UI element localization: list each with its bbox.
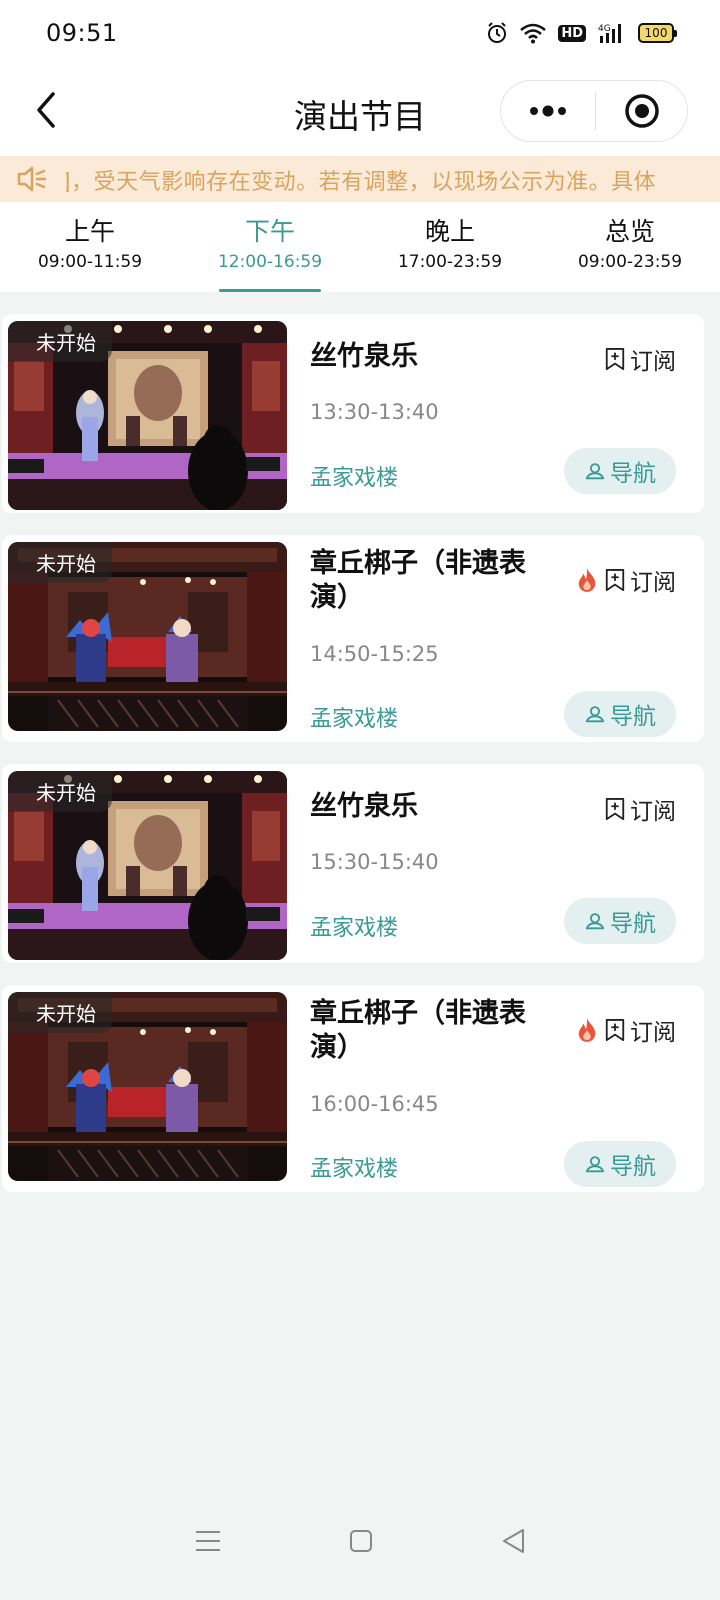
performance-thumbnail: 未开始 [8, 992, 287, 1181]
status-icons: HD 4G 100 [486, 22, 677, 44]
subscribe-button[interactable]: 订阅 [604, 342, 676, 376]
tab-time: 12:00-16:59 [217, 252, 323, 272]
home-button[interactable] [349, 1529, 373, 1553]
navigate-label: 导航 [610, 461, 656, 487]
close-miniprogram-button[interactable] [596, 81, 687, 141]
tab-time: 17:00-23:59 [397, 252, 503, 272]
performance-title: 丝竹泉乐 [310, 341, 418, 372]
bookmark-plus-icon [604, 796, 626, 822]
card-actions: 订阅 [576, 1013, 676, 1047]
flame-icon [576, 567, 598, 593]
navigate-label: 导航 [610, 911, 656, 937]
notice-text: ]，受天气影响存在变动。若有调整，以现场公示为准。具体 [62, 170, 657, 195]
subscribe-button[interactable]: 订阅 [604, 792, 676, 826]
tab-name: 上午 [64, 217, 115, 246]
more-dots-icon [530, 105, 566, 117]
navigate-button[interactable]: 导航 [564, 1141, 676, 1187]
more-button[interactable] [501, 81, 595, 141]
system-nav-bar [0, 1482, 720, 1600]
tab-afternoon[interactable]: 下午 12:00-16:59 [180, 202, 360, 292]
status-bar: 09:51 HD 4G 100 [0, 0, 720, 66]
hd-badge: HD [558, 24, 586, 42]
time-tabs: 上午 09:00-11:59 下午 12:00-16:59 晚上 17:00-2… [0, 202, 720, 292]
square-home-icon [350, 1530, 372, 1552]
location-person-icon [584, 460, 606, 482]
subscribe-label: 订阅 [630, 799, 676, 825]
navigate-button[interactable]: 导航 [564, 691, 676, 737]
subscribe-label: 订阅 [630, 1020, 676, 1046]
venue-link[interactable]: 孟家戏楼 [310, 701, 398, 733]
venue-link[interactable]: 孟家戏楼 [310, 1151, 398, 1183]
performance-card[interactable]: 未开始 章丘梆子（非遗表演） 订阅 14:50-15:25 孟家戏楼 导航 [2, 535, 704, 742]
subscribe-label: 订阅 [630, 349, 676, 375]
performance-thumbnail: 未开始 [8, 321, 287, 510]
performance-card[interactable]: 未开始 章丘梆子（非遗表演） 订阅 16:00-16:45 孟家戏楼 导航 [2, 985, 704, 1192]
navigate-button[interactable]: 导航 [564, 898, 676, 944]
card-actions: 订阅 [604, 342, 676, 376]
signal-icon: 4G [598, 24, 621, 43]
menu-lines-icon [196, 1531, 220, 1551]
bookmark-plus-icon [604, 346, 626, 372]
speaker-icon-wrap [16, 165, 66, 195]
back-nav-button[interactable] [501, 1528, 525, 1554]
navigate-label: 导航 [610, 1154, 656, 1180]
tab-name: 下午 [244, 217, 295, 246]
location-person-icon [584, 703, 606, 725]
status-badge: 未开始 [8, 771, 112, 812]
card-actions: 订阅 [604, 792, 676, 826]
status-badge: 未开始 [8, 542, 112, 583]
performance-card[interactable]: 未开始 丝竹泉乐 订阅 15:30-15:40 孟家戏楼 导航 [2, 764, 704, 963]
subscribe-button[interactable]: 订阅 [604, 1013, 676, 1047]
tab-morning[interactable]: 上午 09:00-11:59 [0, 202, 180, 292]
performance-time: 16:00-16:45 [310, 1092, 439, 1116]
location-person-icon [584, 1153, 606, 1175]
speaker-icon [17, 166, 47, 192]
bookmark-plus-icon [604, 1017, 626, 1043]
tab-time: 09:00-23:59 [577, 252, 683, 272]
tab-name: 总览 [604, 217, 655, 246]
performance-card[interactable]: 未开始 丝竹泉乐 订阅 13:30-13:40 孟家戏楼 导航 [2, 314, 704, 513]
venue-link[interactable]: 孟家戏楼 [310, 460, 398, 492]
target-circle-icon [624, 94, 659, 128]
wifi-icon [520, 23, 547, 44]
performance-title: 章丘梆子（非遗表演） [310, 548, 526, 613]
performance-thumbnail: 未开始 [8, 542, 287, 731]
status-badge: 未开始 [8, 321, 112, 362]
battery-level: 100 [644, 26, 668, 40]
performance-time: 15:30-15:40 [310, 850, 439, 874]
subscribe-label: 订阅 [630, 570, 676, 596]
performance-title: 丝竹泉乐 [310, 791, 418, 822]
venue-link[interactable]: 孟家戏楼 [310, 910, 398, 942]
svg-text:4G: 4G [598, 24, 611, 34]
navigate-label: 导航 [610, 704, 656, 730]
flame-icon [576, 1017, 598, 1043]
notice-bar[interactable]: ]，受天气影响存在变动。若有调整，以现场公示为准。具体 [0, 156, 720, 202]
nav-bar: 演出节目 [0, 66, 720, 156]
triangle-back-icon [503, 1529, 524, 1553]
status-badge: 未开始 [8, 992, 112, 1033]
performance-thumbnail: 未开始 [8, 771, 287, 960]
menu-button[interactable] [195, 1529, 221, 1553]
navigate-button[interactable]: 导航 [564, 448, 676, 494]
status-time: 09:51 [46, 19, 118, 47]
tab-evening[interactable]: 晚上 17:00-23:59 [360, 202, 540, 292]
tab-overview[interactable]: 总览 09:00-23:59 [540, 202, 720, 292]
card-actions: 订阅 [576, 563, 676, 597]
battery-icon: 100 [638, 23, 677, 43]
tab-name: 晚上 [424, 217, 475, 246]
bookmark-plus-icon [604, 567, 626, 593]
performance-title: 章丘梆子（非遗表演） [310, 998, 526, 1063]
subscribe-button[interactable]: 订阅 [604, 563, 676, 597]
performance-time: 13:30-13:40 [310, 400, 439, 424]
mini-program-capsule [500, 80, 688, 142]
location-person-icon [584, 910, 606, 932]
tab-time: 09:00-11:59 [37, 252, 143, 272]
alarm-icon [488, 22, 507, 43]
performance-time: 14:50-15:25 [310, 642, 439, 666]
